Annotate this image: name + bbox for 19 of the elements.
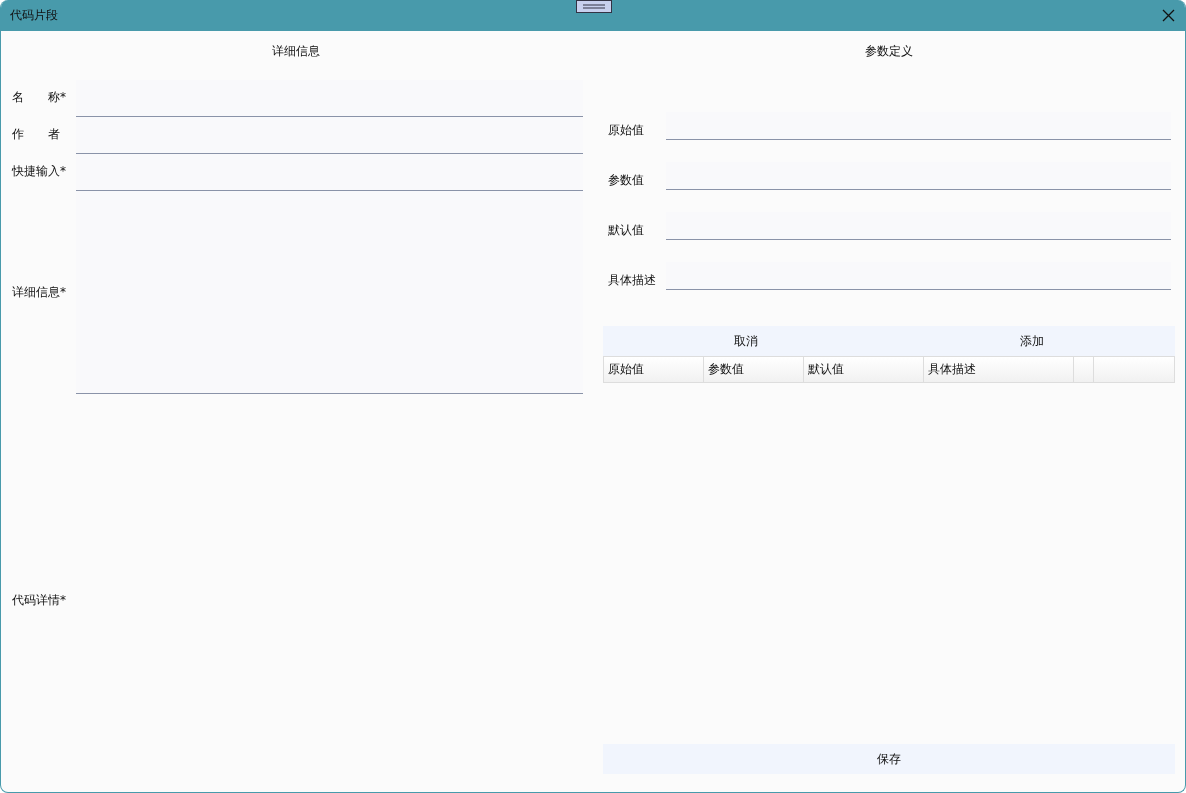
field-label: 作 者 <box>12 126 61 143</box>
field-label: 代码详情* <box>12 592 67 609</box>
field-label: 参数值 <box>607 172 645 189</box>
field-label: 原始值 <box>607 122 645 139</box>
field-label: 快捷输入* <box>12 163 67 180</box>
section-heading: 参数定义 <box>864 43 914 60</box>
close-icon[interactable] <box>1162 9 1175 22</box>
field-label: 名 称* <box>12 89 67 106</box>
window-title: 代码片段 <box>10 7 58 24</box>
field-label: 默认值 <box>607 222 645 239</box>
drag-handle-icon[interactable] <box>576 0 612 13</box>
column-header[interactable]: 原始值 <box>604 357 704 382</box>
column-header[interactable]: 默认值 <box>804 357 924 382</box>
column-header[interactable]: 参数值 <box>704 357 804 382</box>
column-header[interactable]: 具体描述 <box>924 357 1074 382</box>
field-label: 具体描述 <box>607 272 657 289</box>
save-button[interactable]: 保存 <box>603 744 1175 774</box>
field-label: 详细信息* <box>12 284 67 301</box>
section-heading: 详细信息 <box>271 43 321 60</box>
